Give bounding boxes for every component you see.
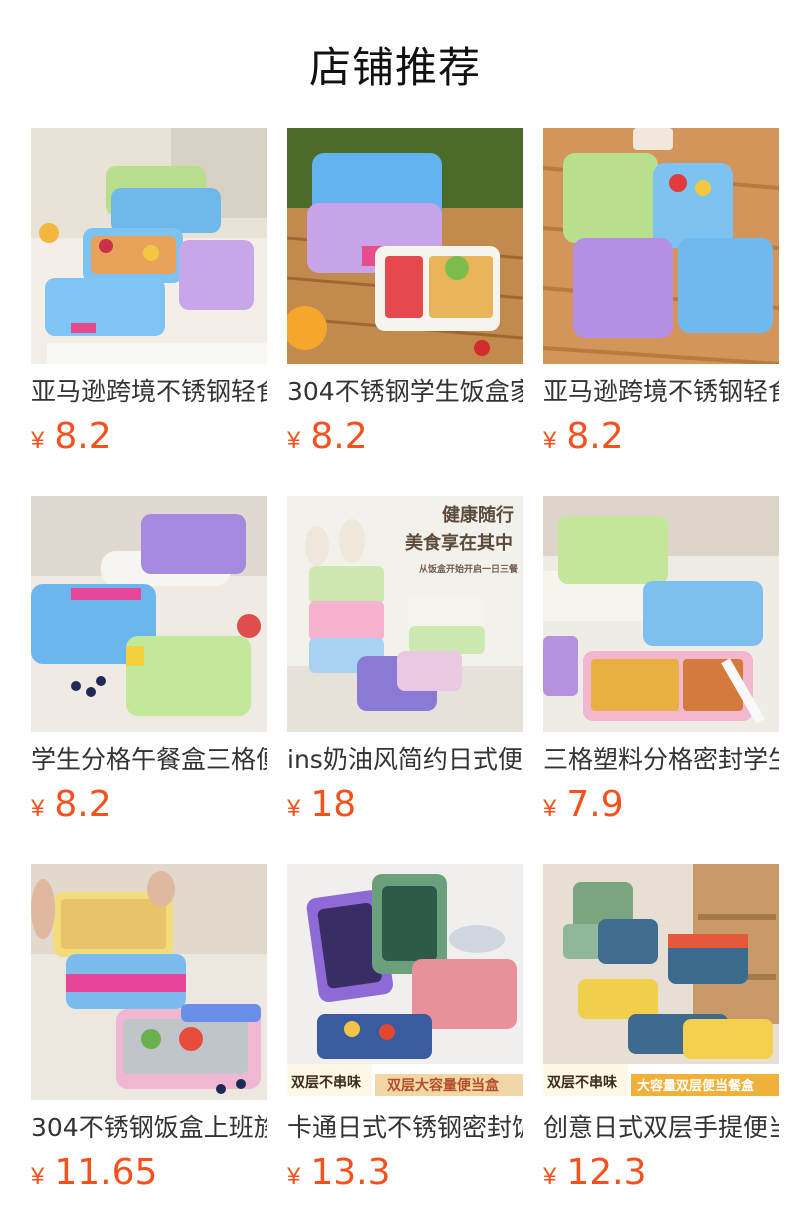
product-image[interactable] — [543, 496, 779, 732]
product-title[interactable]: 亚马逊跨境不锈钢轻食饭盒 — [543, 376, 779, 408]
product-card[interactable]: 三格塑料分格密封学生饭盒 ¥ 7.9 — [543, 496, 779, 864]
product-image[interactable] — [287, 128, 523, 364]
product-card[interactable]: 亚马逊跨境不锈钢轻食饭盒 ¥ 8.2 — [31, 128, 267, 496]
product-card[interactable]: 304不锈钢学生饭盒家用 ¥ 8.2 — [287, 128, 523, 496]
product-card[interactable]: 亚马逊跨境不锈钢轻食饭盒 ¥ 8.2 — [543, 128, 779, 496]
product-image[interactable] — [543, 128, 779, 364]
currency-symbol: ¥ — [543, 427, 557, 454]
currency-symbol: ¥ — [287, 795, 301, 822]
price-value: 7.9 — [566, 784, 624, 825]
product-title[interactable]: 卡通日式不锈钢密封饭盒 — [287, 1112, 523, 1144]
product-price: ¥ 18 — [287, 784, 523, 825]
currency-symbol: ¥ — [31, 427, 45, 454]
product-image[interactable]: 双层不串味 大容量双层便当餐盒 — [543, 864, 779, 1100]
image-badge: 双层不串味 — [547, 1074, 617, 1091]
product-card[interactable]: 304不锈钢饭盒上班族便当盒 ¥ 11.65 — [31, 864, 267, 1232]
image-caption-2: 美食享在其中 — [405, 532, 513, 554]
product-image[interactable] — [31, 128, 267, 364]
product-card[interactable]: 双层不串味 大容量双层便当餐盒 创意日式双层手提便当盒 ¥ 12.3 — [543, 864, 779, 1232]
product-card[interactable]: 学生分格午餐盒三格便当盒 ¥ 8.2 — [31, 496, 267, 864]
currency-symbol: ¥ — [31, 1163, 45, 1190]
product-title[interactable]: 304不锈钢饭盒上班族便当盒 — [31, 1112, 267, 1144]
currency-symbol: ¥ — [287, 427, 301, 454]
product-price: ¥ 8.2 — [287, 416, 523, 457]
currency-symbol: ¥ — [287, 1163, 301, 1190]
price-value: 18 — [310, 784, 357, 825]
product-title[interactable]: 304不锈钢学生饭盒家用 — [287, 376, 523, 408]
product-price: ¥ 8.2 — [31, 784, 267, 825]
product-title[interactable]: 亚马逊跨境不锈钢轻食饭盒 — [31, 376, 267, 408]
product-title[interactable]: 创意日式双层手提便当盒 — [543, 1112, 779, 1144]
price-value: 8.2 — [54, 784, 112, 825]
price-value: 11.65 — [54, 1152, 158, 1193]
product-card[interactable]: 健康随行 美食享在其中 从饭盒开始开启一日三餐 ins奶油风简约日式便当盒 ¥ … — [287, 496, 523, 864]
product-title[interactable]: 三格塑料分格密封学生饭盒 — [543, 744, 779, 776]
image-caption-1: 健康随行 — [442, 504, 514, 526]
price-value: 8.2 — [54, 416, 112, 457]
product-price: ¥ 12.3 — [543, 1152, 779, 1193]
product-price: ¥ 13.3 — [287, 1152, 523, 1193]
image-banner: 双层大容量便当盒 — [387, 1077, 500, 1094]
product-price: ¥ 8.2 — [31, 416, 267, 457]
image-banner: 大容量双层便当餐盒 — [637, 1078, 755, 1094]
section-header: 店铺推荐 — [0, 0, 790, 128]
product-price: ¥ 11.65 — [31, 1152, 267, 1193]
product-title[interactable]: ins奶油风简约日式便当盒 — [287, 744, 523, 776]
product-title[interactable]: 学生分格午餐盒三格便当盒 — [31, 744, 267, 776]
product-price: ¥ 8.2 — [543, 416, 779, 457]
price-value: 8.2 — [310, 416, 368, 457]
product-image[interactable]: 健康随行 美食享在其中 从饭盒开始开启一日三餐 — [287, 496, 523, 732]
image-caption-3: 从饭盒开始开启一日三餐 — [419, 563, 519, 575]
currency-symbol: ¥ — [543, 795, 557, 822]
product-image[interactable]: 双层不串味 双层大容量便当盒 — [287, 864, 523, 1100]
price-value: 13.3 — [310, 1152, 391, 1193]
section-title: 店铺推荐 — [308, 42, 481, 92]
product-image[interactable] — [31, 864, 267, 1100]
price-value: 8.2 — [566, 416, 624, 457]
price-value: 12.3 — [566, 1152, 647, 1193]
image-badge: 双层不串味 — [291, 1074, 361, 1091]
product-grid: 亚马逊跨境不锈钢轻食饭盒 ¥ 8.2 — [31, 128, 779, 1232]
product-card[interactable]: 双层不串味 双层大容量便当盒 卡通日式不锈钢密封饭盒 ¥ 13.3 — [287, 864, 523, 1232]
product-price: ¥ 7.9 — [543, 784, 779, 825]
currency-symbol: ¥ — [543, 1163, 557, 1190]
product-image[interactable] — [31, 496, 267, 732]
currency-symbol: ¥ — [31, 795, 45, 822]
